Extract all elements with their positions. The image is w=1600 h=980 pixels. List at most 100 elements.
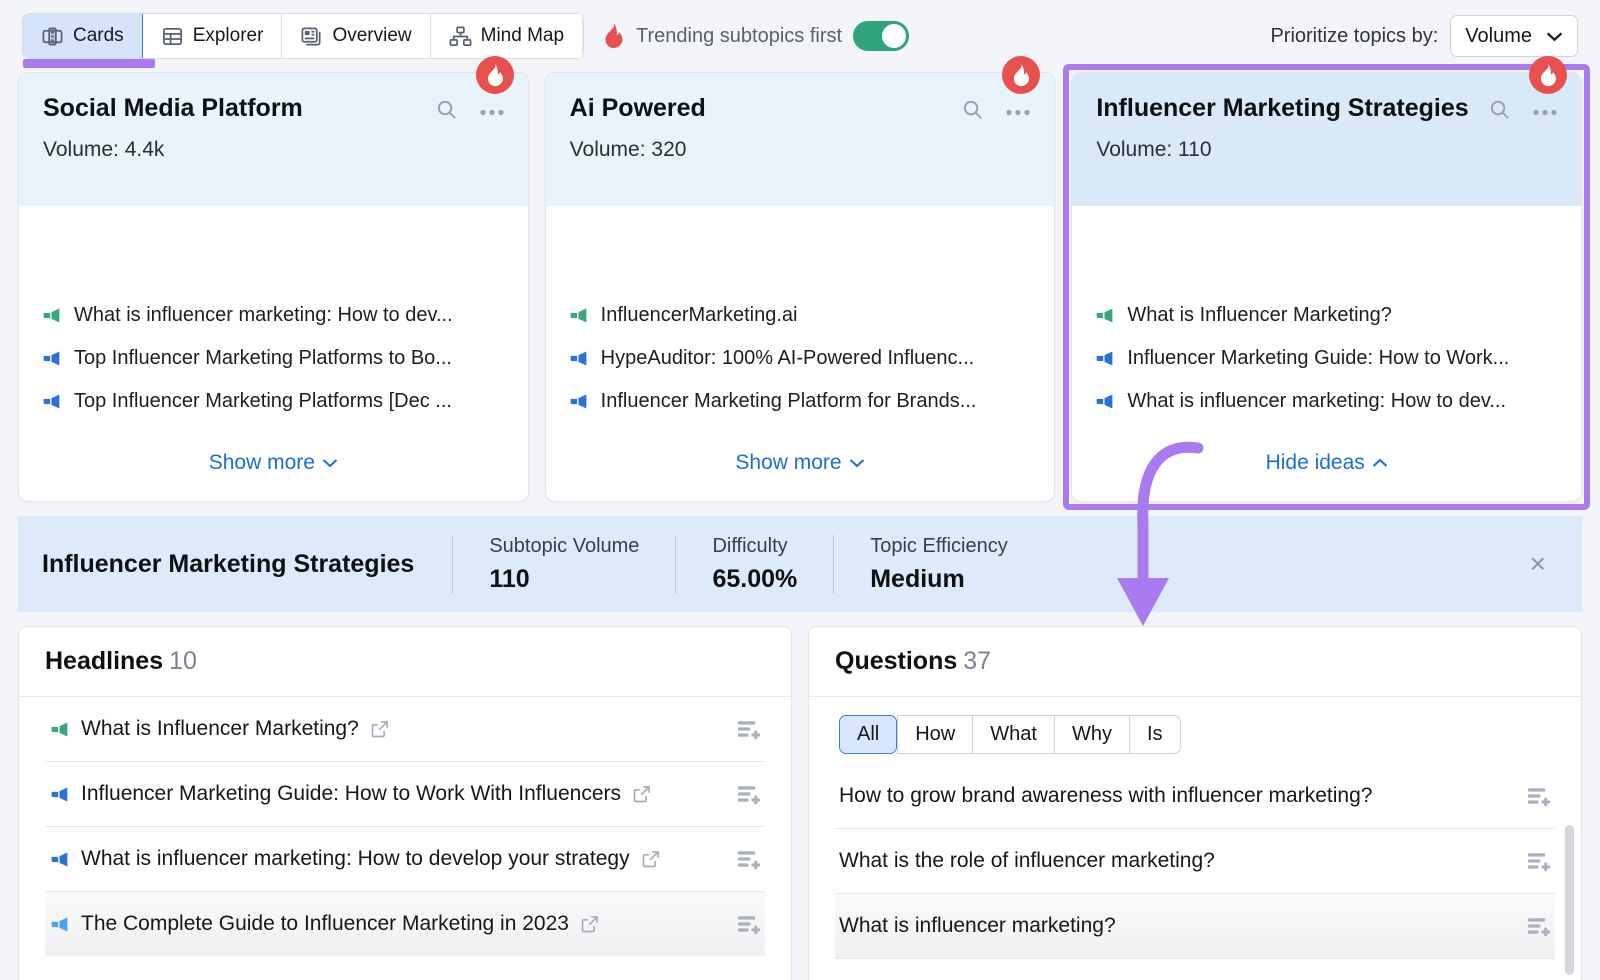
headline-text: Influencer Marketing Guide: How to Work … bbox=[81, 782, 622, 805]
show-more-button[interactable]: Show more bbox=[735, 451, 864, 475]
prioritize-control: Prioritize topics by: Volume bbox=[1270, 15, 1578, 57]
idea-text: InfluencerMarketing.ai bbox=[600, 304, 798, 326]
questions-header: Questions 37 bbox=[809, 627, 1581, 697]
add-to-list-icon[interactable] bbox=[736, 913, 761, 935]
prioritize-select[interactable]: Volume bbox=[1450, 15, 1578, 57]
cards-tab-annotation bbox=[23, 59, 155, 68]
subtopic-card[interactable]: Social Media Platform Volume: 4.4k What … bbox=[18, 56, 529, 502]
hide-ideas-button[interactable]: Hide ideas bbox=[1266, 451, 1388, 475]
question-filter-all[interactable]: All bbox=[839, 715, 898, 754]
question-text: What is influencer marketing? bbox=[839, 914, 1116, 937]
question-filter-how[interactable]: How bbox=[897, 715, 973, 754]
idea-text: What is influencer marketing: How to dev… bbox=[1127, 390, 1507, 412]
prioritize-value: Volume bbox=[1465, 24, 1532, 47]
tab-cards[interactable]: Cards bbox=[23, 14, 143, 58]
headline-text: The Complete Guide to Influencer Marketi… bbox=[81, 912, 569, 935]
subtopic-card-selected[interactable]: Influencer Marketing Strategies Volume: … bbox=[1063, 56, 1591, 510]
more-options-icon[interactable] bbox=[480, 103, 504, 121]
trending-subtopics-toggle[interactable] bbox=[853, 21, 910, 51]
prioritize-label: Prioritize topics by: bbox=[1270, 24, 1439, 47]
show-more-label: Show more bbox=[735, 451, 842, 474]
megaphone-icon bbox=[1094, 391, 1115, 412]
idea-item[interactable]: What is Influencer Marketing? bbox=[1094, 294, 1559, 337]
idea-item[interactable]: HypeAuditor: 100% AI-Powered Influenc... bbox=[568, 337, 1033, 380]
headline-text: What is influencer marketing: How to dev… bbox=[81, 847, 630, 870]
tab-cards-label: Cards bbox=[73, 25, 124, 46]
idea-item[interactable]: What is influencer marketing: How to dev… bbox=[41, 294, 506, 337]
more-options-icon[interactable] bbox=[1533, 103, 1557, 121]
card-title: Influencer Marketing Strategies bbox=[1096, 94, 1469, 122]
metric-subtopic-volume: Subtopic Volume 110 bbox=[452, 534, 675, 594]
trending-badge-icon bbox=[475, 56, 514, 94]
question-row[interactable]: How to grow brand awareness with influen… bbox=[835, 764, 1555, 829]
headline-row[interactable]: Influencer Marketing Guide: How to Work … bbox=[45, 762, 765, 827]
add-to-list-icon[interactable] bbox=[1526, 915, 1551, 937]
search-icon[interactable] bbox=[961, 98, 984, 126]
metric-value: 110 bbox=[489, 564, 530, 593]
megaphone-icon bbox=[49, 914, 70, 935]
idea-item[interactable]: Top Influencer Marketing Platforms [Dec … bbox=[41, 380, 506, 423]
question-filter-why[interactable]: Why bbox=[1053, 715, 1129, 754]
questions-title: Questions bbox=[835, 647, 958, 675]
idea-item[interactable]: What is influencer marketing: How to dev… bbox=[1094, 380, 1559, 423]
external-link-icon[interactable] bbox=[641, 849, 661, 869]
search-icon[interactable] bbox=[435, 98, 458, 126]
metric-value: Medium bbox=[870, 564, 965, 593]
show-more-label: Show more bbox=[208, 451, 315, 474]
metric-topic-efficiency: Topic Efficiency Medium bbox=[833, 534, 1043, 594]
chevron-down-icon bbox=[1546, 25, 1563, 48]
idea-text: Influencer Marketing Platform for Brands… bbox=[600, 390, 977, 412]
add-to-list-icon[interactable] bbox=[736, 848, 761, 870]
idea-item[interactable]: InfluencerMarketing.ai bbox=[568, 294, 1033, 337]
question-text: How to grow brand awareness with influen… bbox=[839, 784, 1373, 807]
question-row[interactable]: What is the role of influencer marketing… bbox=[835, 829, 1555, 894]
tab-overview[interactable]: Overview bbox=[282, 14, 431, 58]
add-to-list-icon[interactable] bbox=[1526, 850, 1551, 872]
card-header: Influencer Marketing Strategies Volume: … bbox=[1072, 73, 1582, 206]
more-options-icon[interactable] bbox=[1006, 103, 1030, 121]
idea-item[interactable]: Top Influencer Marketing Platforms to Bo… bbox=[41, 337, 506, 380]
tab-explorer[interactable]: Explorer bbox=[142, 14, 283, 58]
card-ideas: InfluencerMarketing.ai HypeAuditor: 100%… bbox=[546, 206, 1055, 423]
show-more-button[interactable]: Show more bbox=[209, 451, 338, 475]
question-filter-what[interactable]: What bbox=[972, 715, 1054, 754]
add-to-list-icon[interactable] bbox=[1526, 785, 1551, 807]
tab-overview-label: Overview bbox=[332, 25, 412, 46]
megaphone-icon bbox=[568, 305, 589, 326]
search-icon[interactable] bbox=[1488, 98, 1511, 126]
external-link-icon[interactable] bbox=[580, 914, 600, 934]
megaphone-icon bbox=[41, 391, 62, 412]
hide-ideas-label: Hide ideas bbox=[1265, 451, 1365, 474]
idea-text: HypeAuditor: 100% AI-Powered Influenc... bbox=[600, 347, 975, 369]
add-to-list-icon[interactable] bbox=[736, 783, 761, 805]
idea-item[interactable]: Influencer Marketing Platform for Brands… bbox=[568, 380, 1033, 423]
idea-text: Influencer Marketing Guide: How to Work.… bbox=[1127, 347, 1510, 369]
external-link-icon[interactable] bbox=[632, 784, 652, 804]
question-row[interactable]: What is influencer marketing? bbox=[835, 894, 1555, 959]
questions-scrollbar[interactable] bbox=[1565, 825, 1574, 975]
headlines-title: Headlines bbox=[45, 647, 164, 675]
headline-row[interactable]: The Complete Guide to Influencer Marketi… bbox=[45, 892, 765, 956]
close-panel-button[interactable]: × bbox=[1530, 550, 1558, 578]
subtopic-card[interactable]: Ai Powered Volume: 320 InfluencerMarketi… bbox=[544, 56, 1056, 502]
idea-item[interactable]: Influencer Marketing Guide: How to Work.… bbox=[1094, 337, 1559, 380]
headline-row[interactable]: What is influencer marketing: How to dev… bbox=[45, 827, 765, 892]
subtopic-cards: Social Media Platform Volume: 4.4k What … bbox=[0, 56, 1600, 510]
megaphone-icon bbox=[568, 348, 589, 369]
topic-metrics-bar: Influencer Marketing Strategies Subtopic… bbox=[18, 516, 1582, 612]
mindmap-icon bbox=[449, 25, 472, 48]
cards-icon bbox=[41, 25, 64, 48]
idea-text: Top Influencer Marketing Platforms to Bo… bbox=[74, 347, 452, 369]
question-filter-is[interactable]: Is bbox=[1128, 715, 1181, 754]
tab-mind-map[interactable]: Mind Map bbox=[430, 14, 584, 58]
card-footer: Hide ideas bbox=[1072, 423, 1581, 501]
external-link-icon[interactable] bbox=[370, 719, 390, 739]
megaphone-icon bbox=[49, 719, 70, 740]
headline-row[interactable]: What is Influencer Marketing? bbox=[45, 697, 765, 762]
tab-mind-map-label: Mind Map bbox=[480, 25, 565, 46]
questions-list: All How What Why Is How to grow brand aw… bbox=[809, 697, 1581, 980]
headlines-panel: Headlines 10 What is Influencer Marketing… bbox=[18, 626, 792, 980]
metric-label: Subtopic Volume bbox=[489, 534, 640, 557]
metric-label: Difficulty bbox=[712, 534, 788, 557]
add-to-list-icon[interactable] bbox=[736, 718, 761, 740]
